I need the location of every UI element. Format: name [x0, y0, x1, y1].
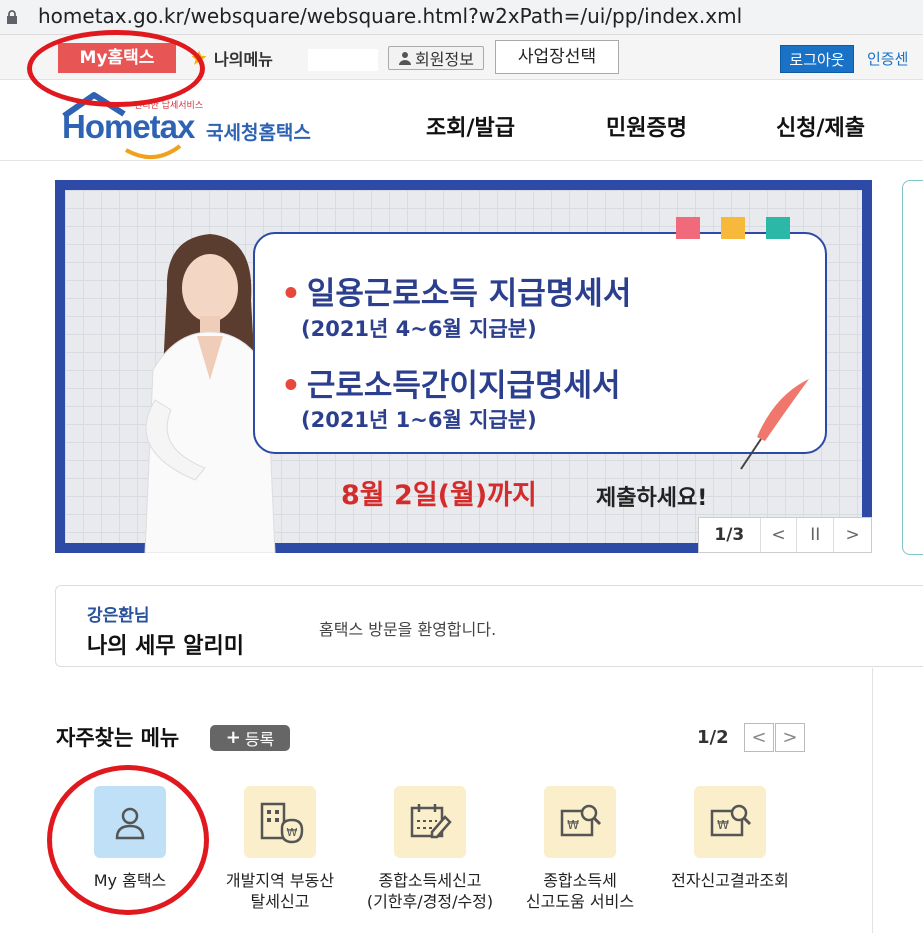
document-search-icon: ₩: [710, 804, 752, 837]
banner-line-2: (2021년 4~6월 지급분): [301, 317, 537, 341]
document-search-icon: ₩: [560, 804, 602, 837]
browser-address-bar[interactable]: hometax.go.kr/websquare/websquare.html?w…: [0, 0, 923, 35]
frequent-menu-page: 1/2: [697, 727, 729, 748]
person-icon: [399, 52, 412, 65]
blank-field: [308, 49, 378, 71]
decor-square: [721, 217, 745, 239]
logout-button[interactable]: 로그아웃: [780, 45, 854, 73]
prev-slide-button[interactable]: <: [761, 518, 798, 552]
menu-tile-tax-help[interactable]: ₩: [544, 786, 616, 858]
chevron-left-icon: <: [751, 727, 767, 748]
my-menu-label: 나의메뉴: [214, 50, 273, 69]
annotation-circle: [47, 765, 209, 915]
chevron-right-icon: >: [845, 525, 860, 545]
header-divider: [0, 160, 923, 161]
decor-square: [766, 217, 790, 239]
welcome-message: 홈택스 방문을 환영합니다.: [319, 620, 497, 639]
member-info-button[interactable]: 회원정보: [388, 46, 484, 70]
menu-tile-real-estate[interactable]: ₩: [244, 786, 316, 858]
feather-pen-icon: [740, 379, 809, 470]
menu-tile-label[interactable]: 개발지역 부동산 탈세신고: [205, 870, 355, 912]
register-menu-button[interactable]: + 등록: [210, 725, 290, 751]
side-banner-card[interactable]: [902, 180, 923, 555]
lock-icon: [7, 10, 17, 24]
frequent-next-button[interactable]: >: [775, 723, 805, 752]
menu-tile-label[interactable]: 종합소득세 신고도움 서비스: [505, 870, 655, 912]
frequent-menu-title: 자주찾는 메뉴: [56, 726, 180, 750]
menu-tile-e-filing-result[interactable]: ₩: [694, 786, 766, 858]
banner-page-indicator: 1/3: [699, 518, 761, 552]
notifier-title: 나의 세무 알리미: [87, 634, 244, 659]
calendar-pen-icon: [410, 804, 452, 839]
chevron-right-icon: >: [782, 727, 798, 748]
menu-tile-income-tax[interactable]: [394, 786, 466, 858]
pause-icon: II: [810, 525, 821, 545]
deadline-action: 제출하세요!: [596, 486, 708, 511]
building-money-icon: ₩: [260, 802, 304, 844]
banner-line-1: • 일용근로소득 지급명세서: [281, 276, 632, 312]
cert-center-link[interactable]: 인증센: [867, 45, 908, 73]
url-text[interactable]: hometax.go.kr/websquare/websquare.html?w…: [38, 4, 742, 28]
nav-apply-submit[interactable]: 신청/제출: [776, 110, 865, 142]
svg-text:₩: ₩: [287, 826, 298, 839]
main-banner[interactable]: • 일용근로소득 지급명세서 (2021년 4~6월 지급분) • 근로소득간이지급…: [55, 180, 872, 553]
logo-text: Hometax: [62, 108, 195, 145]
column-divider: [872, 668, 873, 933]
menu-tile-label[interactable]: 전자신고결과조회: [655, 870, 805, 891]
business-select-button[interactable]: 사업장선택: [495, 40, 619, 74]
logo-korean-text: 국세청홈택스: [206, 122, 311, 144]
pause-slide-button[interactable]: II: [797, 518, 835, 552]
next-slide-button[interactable]: >: [834, 518, 871, 552]
svg-text:₩: ₩: [567, 818, 579, 832]
banner-line-4: (2021년 1~6월 지급분): [301, 408, 537, 432]
member-info-label: 회원정보: [415, 50, 474, 69]
nav-civil-cert[interactable]: 민원증명: [606, 110, 687, 142]
nav-lookup-issue[interactable]: 조회/발급: [426, 110, 515, 142]
deadline-date: 8월 2일(월)까지: [341, 480, 537, 511]
frequent-prev-button[interactable]: <: [744, 723, 774, 752]
banner-line-3: • 근로소득간이지급명세서: [281, 368, 621, 404]
annotation-circle: [27, 30, 205, 107]
register-label: 등록: [244, 730, 275, 749]
decor-square: [676, 217, 700, 239]
chevron-left-icon: <: [771, 525, 786, 545]
user-name: 강은환님: [87, 606, 150, 626]
menu-tile-label[interactable]: 종합소득세신고 (기한후/경정/수정): [355, 870, 505, 912]
banner-pager: 1/3 < II >: [698, 517, 872, 553]
svg-text:₩: ₩: [717, 818, 729, 832]
plus-icon: +: [225, 727, 241, 748]
